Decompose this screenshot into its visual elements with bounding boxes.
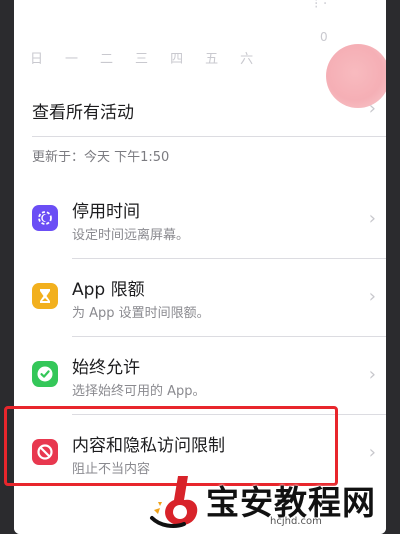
touch-indicator (326, 44, 386, 108)
chart-zero-label: 0 (320, 30, 328, 44)
list-item-title: 停用时间 (72, 202, 140, 222)
chevron-right-icon: › (368, 364, 376, 385)
checkmark-icon (32, 361, 58, 387)
weekday-label: 一 (65, 52, 79, 67)
weekday-label: 二 (100, 52, 114, 67)
weekday-label: 日 (30, 52, 44, 67)
hourglass-icon (32, 283, 58, 309)
weekday-labels: 日 一 二 三 四 五 六 (30, 48, 330, 67)
updated-timestamp: 更新于：今天 下午1:50 (32, 150, 170, 165)
chevron-right-icon: › (368, 98, 376, 119)
list-item-title: App 限额 (72, 280, 145, 300)
list-item-subtitle: 设定时间远离屏幕。 (72, 228, 190, 243)
see-all-activity-link[interactable]: 查看所有活动 (32, 98, 134, 123)
weekday-label: 六 (240, 52, 254, 67)
list-item-app-limits[interactable]: App 限额 为 App 设置时间限额。 › (14, 258, 386, 336)
faint-top-text: ⁝ · (314, 0, 328, 12)
chevron-right-icon: › (368, 286, 376, 307)
watermark-url: hcjhd.com (270, 516, 322, 527)
watermark: 宝安教程网 hcjhd.com (148, 470, 400, 534)
list-item-always-allowed[interactable]: 始终允许 选择始终可用的 App。 › (14, 336, 386, 414)
activity-card: ⁝ · 0 日 一 二 三 四 五 六 查看所有活动 › 更新于：今天 下午1:… (14, 0, 386, 190)
list-item-subtitle: 为 App 设置时间限额。 (72, 306, 210, 321)
chevron-right-icon: › (368, 208, 376, 229)
downtime-icon (32, 205, 58, 231)
weekday-label: 三 (135, 52, 149, 67)
list-item-title: 始终允许 (72, 358, 140, 378)
weekday-label: 四 (170, 52, 184, 67)
list-item-subtitle: 选择始终可用的 App。 (72, 384, 206, 399)
list-item-downtime[interactable]: 停用时间 设定时间远离屏幕。 › (14, 180, 386, 258)
weekday-label: 五 (205, 52, 219, 67)
divider (32, 136, 386, 137)
watermark-logo-icon (150, 476, 198, 528)
chevron-right-icon: › (368, 442, 376, 463)
